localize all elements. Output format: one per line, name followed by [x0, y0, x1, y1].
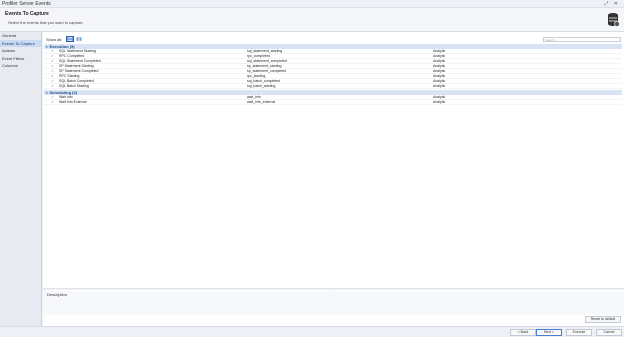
window-titlebar: Profiler Server Events ⤢ ✕: [0, 0, 624, 8]
reset-to-default-button[interactable]: Reset to default: [585, 316, 621, 323]
window-title: Profiler Server Events: [2, 1, 51, 7]
show-all-label: Show all:: [46, 37, 63, 42]
page-title: Events To Capture: [5, 11, 49, 17]
close-icon[interactable]: ✕: [614, 1, 618, 7]
event-category: Analytic: [433, 84, 446, 88]
description-label: Description: [47, 292, 68, 297]
grid-icon: [76, 37, 82, 41]
event-category: Analytic: [433, 100, 446, 104]
events-table: ▾ Execution (9) ✓ SQL Statement Starting sq…: [44, 44, 622, 284]
event-name: Wait Info External: [59, 100, 87, 104]
restore-icon[interactable]: ⤢: [604, 1, 608, 7]
sidebar-item-actions[interactable]: Actions: [0, 47, 41, 55]
event-name: SQL Batch Starting: [59, 84, 89, 88]
wizard-footer: < Back Next > Execute Cancel: [0, 326, 624, 337]
event-identifier: sql_batch_starting: [247, 84, 276, 88]
list-icon: [67, 37, 73, 41]
page-subtitle: Select the events that you want to captu…: [8, 20, 84, 25]
flat-view-button[interactable]: [75, 36, 83, 42]
event-identifier: wait_info_external: [247, 100, 276, 104]
checkbox[interactable]: ✓: [51, 100, 54, 105]
sidebar-item-event-filters[interactable]: Event Filters: [0, 55, 41, 63]
settings-sidebar: General Events To Capture Actions Event …: [0, 32, 42, 326]
main-panel: Show all: ▾Execution (9) ✓SQL Statement …: [43, 32, 624, 326]
database-events-icon: [608, 13, 620, 27]
table-row[interactable]: ✓ SQL Batch Starting sql_batch_starting Ana…: [44, 84, 622, 89]
cancel-button[interactable]: Cancel: [596, 329, 622, 336]
events-toolbar: Show all:: [43, 34, 624, 44]
page-header: Events To Capture Select the events that…: [0, 8, 624, 32]
back-button[interactable]: < Back: [510, 329, 536, 336]
panel-splitter[interactable]: ·····: [43, 288, 624, 292]
sidebar-item-columns[interactable]: Columns: [0, 62, 41, 70]
sidebar-item-events-to-capture[interactable]: Events To Capture: [0, 39, 41, 47]
sidebar-item-general[interactable]: General: [0, 32, 41, 40]
window-controls: ⤢ ✕: [600, 1, 618, 7]
next-button[interactable]: Next >: [536, 329, 562, 336]
category-view-button[interactable]: [66, 36, 74, 42]
table-row[interactable]: ✓ Wait Info External wait_info_external Ana…: [44, 100, 622, 105]
checkbox[interactable]: ✓: [51, 84, 54, 89]
search-input[interactable]: [543, 37, 621, 42]
execute-button[interactable]: Execute: [566, 329, 592, 336]
description-panel: Description: [43, 291, 624, 315]
